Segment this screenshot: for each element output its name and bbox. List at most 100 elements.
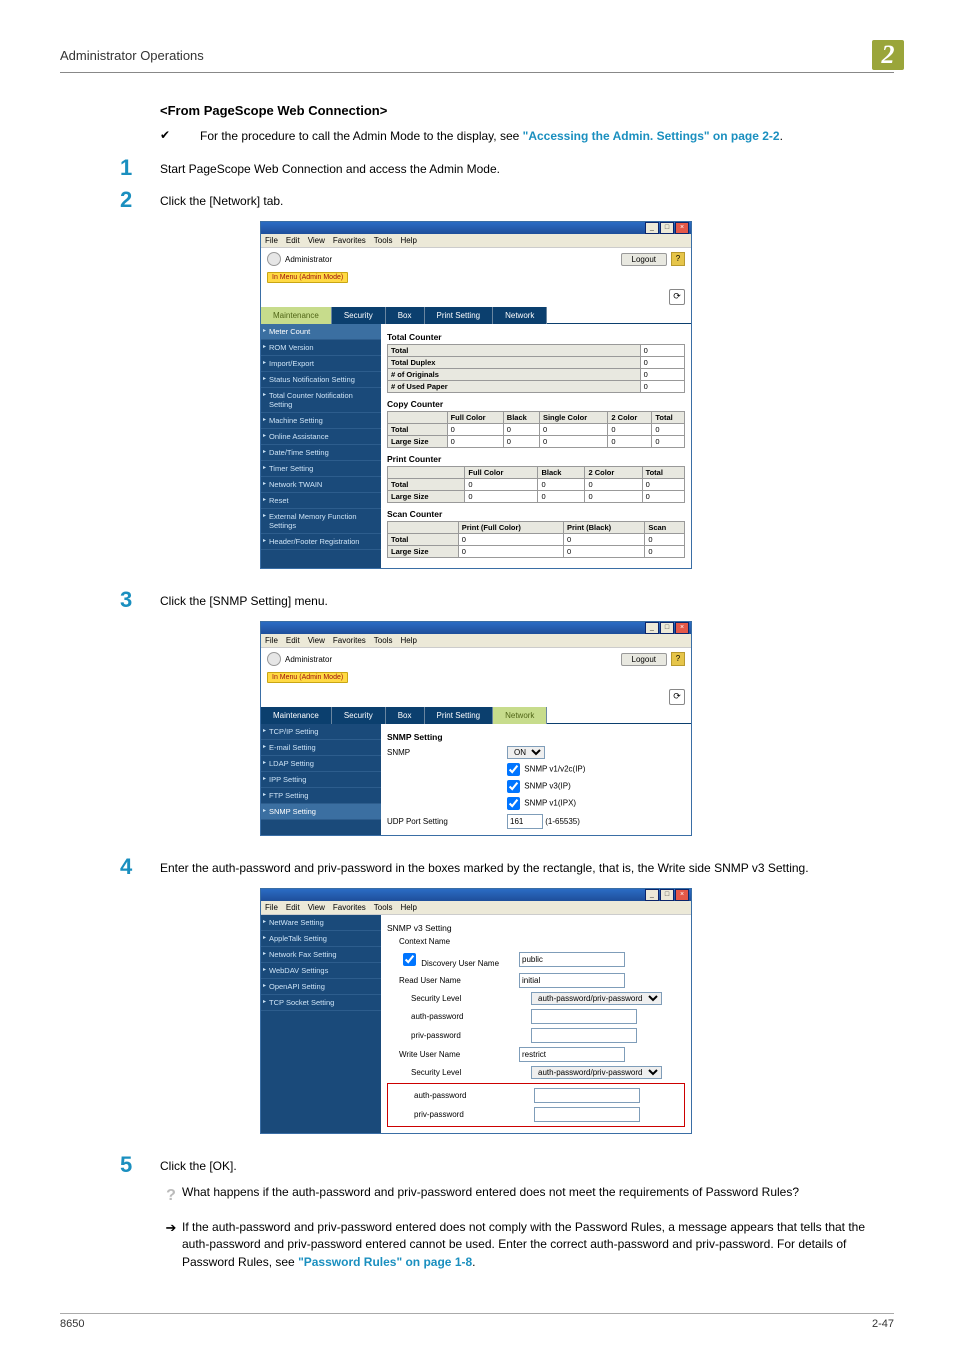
snmp-select[interactable]: ON: [507, 746, 545, 759]
sidebar-item[interactable]: Timer Setting: [261, 461, 381, 477]
window-minimize-icon[interactable]: _: [645, 889, 659, 901]
help-icon[interactable]: ?: [671, 652, 685, 666]
menu-tools[interactable]: Tools: [374, 903, 393, 912]
cb-label: SNMP v1/v2c(IP): [524, 765, 585, 774]
intro-link[interactable]: "Accessing the Admin. Settings" on page …: [523, 129, 780, 143]
snmp-v1ipx-checkbox[interactable]: [507, 797, 520, 810]
sidebar-item[interactable]: Meter Count: [261, 324, 381, 340]
window-close-icon[interactable]: ×: [675, 222, 689, 234]
screenshot-2: _ □ × File Edit View Favorites Tools Hel…: [260, 621, 692, 836]
readuser-input[interactable]: [519, 973, 625, 988]
menu-tools[interactable]: Tools: [374, 636, 393, 645]
help-icon[interactable]: ?: [671, 252, 685, 266]
sidebar-item[interactable]: Network TWAIN: [261, 477, 381, 493]
seclevel-select-2[interactable]: auth-password/priv-password: [531, 1066, 662, 1079]
window-maximize-icon[interactable]: □: [660, 889, 674, 901]
sidebar: NetWare Setting AppleTalk Setting Networ…: [261, 915, 381, 1133]
menu-favorites[interactable]: Favorites: [333, 636, 366, 645]
tab-box[interactable]: Box: [386, 707, 425, 724]
check-icon: ✔: [160, 128, 200, 142]
window-maximize-icon[interactable]: □: [660, 622, 674, 634]
menu-favorites[interactable]: Favorites: [333, 903, 366, 912]
menu-help[interactable]: Help: [400, 236, 416, 245]
menu-view[interactable]: View: [308, 236, 325, 245]
writeuser-input[interactable]: [519, 1047, 625, 1062]
refresh-icon[interactable]: ⟳: [669, 289, 685, 305]
sidebar-item[interactable]: NetWare Setting: [261, 915, 381, 931]
seclevel-select[interactable]: auth-password/priv-password: [531, 992, 662, 1005]
sidebar-item[interactable]: AppleTalk Setting: [261, 931, 381, 947]
sidebar-item[interactable]: WebDAV Settings: [261, 963, 381, 979]
snmp-title: SNMP Setting: [387, 732, 685, 742]
sidebar-item[interactable]: Total Counter Notification Setting: [261, 388, 381, 413]
snmp-v3-checkbox[interactable]: [507, 780, 520, 793]
write-priv-pw-input[interactable]: [534, 1107, 640, 1122]
sidebar-item[interactable]: E-mail Setting: [261, 740, 381, 756]
menu-edit[interactable]: Edit: [286, 636, 300, 645]
sidebar-item[interactable]: Network Fax Setting: [261, 947, 381, 963]
discovery-checkbox[interactable]: [403, 953, 416, 966]
snmp-v1v2c-checkbox[interactable]: [507, 763, 520, 776]
sidebar-item[interactable]: FTP Setting: [261, 788, 381, 804]
menu-file[interactable]: File: [265, 636, 278, 645]
menu-file[interactable]: File: [265, 236, 278, 245]
window-minimize-icon[interactable]: _: [645, 222, 659, 234]
window-maximize-icon[interactable]: □: [660, 222, 674, 234]
sidebar-item[interactable]: OpenAPI Setting: [261, 979, 381, 995]
tab-maintenance[interactable]: Maintenance: [261, 707, 332, 724]
window-minimize-icon[interactable]: _: [645, 622, 659, 634]
tab-network[interactable]: Network: [493, 707, 547, 724]
sidebar-item[interactable]: External Memory Function Settings: [261, 509, 381, 534]
sidebar-item[interactable]: Reset: [261, 493, 381, 509]
tab-print[interactable]: Print Setting: [425, 307, 494, 324]
seclevel-label-2: Security Level: [387, 1068, 531, 1077]
udp-port-input[interactable]: [507, 814, 543, 829]
tab-print[interactable]: Print Setting: [425, 707, 494, 724]
read-auth-pw-input[interactable]: [531, 1009, 637, 1024]
menu-tools[interactable]: Tools: [374, 236, 393, 245]
page-footer: 8650 2-47: [60, 1313, 894, 1330]
tab-box[interactable]: Box: [386, 307, 425, 324]
logout-button[interactable]: Logout: [621, 253, 667, 266]
menu-view[interactable]: View: [308, 636, 325, 645]
menu-edit[interactable]: Edit: [286, 903, 300, 912]
sidebar-item[interactable]: Machine Setting: [261, 413, 381, 429]
menu-edit[interactable]: Edit: [286, 236, 300, 245]
logout-button[interactable]: Logout: [621, 653, 667, 666]
step-text: Click the [Network] tab.: [160, 189, 894, 210]
sidebar-item[interactable]: Status Notification Setting: [261, 372, 381, 388]
read-priv-pw-input[interactable]: [531, 1028, 637, 1043]
scan-counter-title: Scan Counter: [387, 509, 685, 519]
tab-network[interactable]: Network: [493, 307, 547, 324]
sidebar-item[interactable]: Online Assistance: [261, 429, 381, 445]
qa-question: What happens if the auth-password and pr…: [182, 1184, 894, 1201]
step-num: 1: [120, 157, 160, 179]
tab-security[interactable]: Security: [332, 307, 386, 324]
step-4: 4 Enter the auth-password and priv-passw…: [120, 856, 894, 878]
tab-security[interactable]: Security: [332, 707, 386, 724]
sidebar-item[interactable]: Header/Footer Registration: [261, 534, 381, 550]
window-close-icon[interactable]: ×: [675, 889, 689, 901]
menu-help[interactable]: Help: [400, 636, 416, 645]
admin-mode-badge: In Menu (Admin Mode): [267, 672, 348, 683]
sidebar-item[interactable]: TCP Socket Setting: [261, 995, 381, 1011]
sidebar-item-snmp[interactable]: SNMP Setting: [261, 804, 381, 820]
sidebar-item[interactable]: TCP/IP Setting: [261, 724, 381, 740]
menu-help[interactable]: Help: [400, 903, 416, 912]
sidebar-item[interactable]: Date/Time Setting: [261, 445, 381, 461]
sidebar-item[interactable]: Import/Export: [261, 356, 381, 372]
subheading: <From PageScope Web Connection>: [160, 103, 894, 118]
sidebar-item[interactable]: ROM Version: [261, 340, 381, 356]
menu-file[interactable]: File: [265, 903, 278, 912]
sidebar-item[interactable]: LDAP Setting: [261, 756, 381, 772]
step-text: Click the [SNMP Setting] menu.: [160, 589, 894, 610]
qa-answer-link[interactable]: "Password Rules" on page 1-8: [298, 1255, 472, 1269]
tab-maintenance[interactable]: Maintenance: [261, 307, 332, 324]
menu-favorites[interactable]: Favorites: [333, 236, 366, 245]
menu-view[interactable]: View: [308, 903, 325, 912]
discovery-input[interactable]: [519, 952, 625, 967]
refresh-icon[interactable]: ⟳: [669, 689, 685, 705]
write-auth-pw-input[interactable]: [534, 1088, 640, 1103]
sidebar-item[interactable]: IPP Setting: [261, 772, 381, 788]
window-close-icon[interactable]: ×: [675, 622, 689, 634]
